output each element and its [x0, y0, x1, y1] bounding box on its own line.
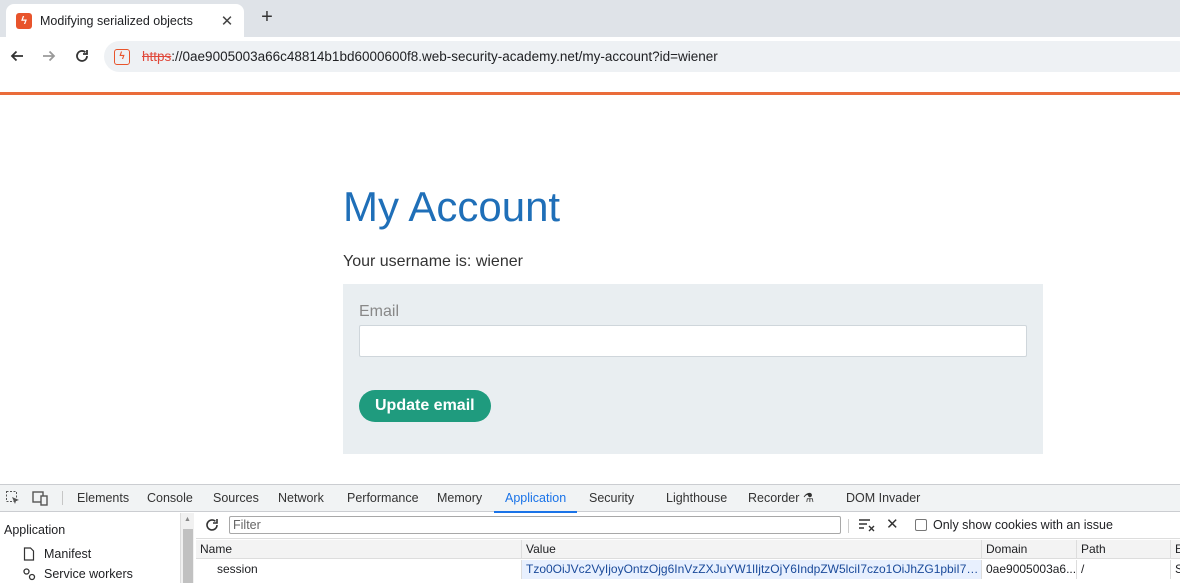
table-header: Name Value Domain Path E [196, 540, 1180, 559]
tab-dom-invader[interactable]: DOM Invader [846, 485, 920, 512]
flask-icon: ⚗ [802, 491, 815, 505]
tab-application[interactable]: Application [493, 485, 578, 513]
tab-recorder[interactable]: Recorder ⚗ [748, 485, 814, 512]
tab-strip: ϟ Modifying serialized objects ✕ + [0, 0, 1180, 37]
cookie-filter-bar: Filter ✕ Only show cookies with an issue [196, 513, 1180, 539]
cookie-name[interactable]: session [196, 560, 522, 579]
device-toolbar-icon[interactable] [32, 490, 48, 506]
email-label: Email [359, 303, 400, 320]
inspect-element-icon[interactable] [5, 490, 21, 506]
browser-toolbar: ϟ https://0ae9005003a66c48814b1bd6000600… [0, 37, 1180, 75]
url-text[interactable]: https://0ae9005003a66c48814b1bd6000600f8… [142, 49, 718, 64]
email-field[interactable] [359, 325, 1027, 357]
delete-selected-icon[interactable]: ✕ [886, 515, 899, 533]
tab-security[interactable]: Security [589, 485, 634, 512]
reload-icon[interactable] [71, 45, 93, 67]
site-info-icon[interactable]: ϟ [114, 48, 130, 65]
cookie-path[interactable]: / [1077, 560, 1171, 579]
column-header-name[interactable]: Name [196, 540, 522, 558]
header-accent-line [0, 92, 1180, 95]
url-scheme: https [142, 49, 172, 64]
sidebar-item-manifest[interactable]: Manifest [22, 547, 91, 561]
only-issue-checkbox[interactable]: Only show cookies with an issue [915, 518, 1113, 532]
toolbar-separator [62, 491, 63, 505]
checkbox-box[interactable] [915, 519, 927, 531]
column-header-value[interactable]: Value [522, 540, 982, 558]
refresh-icon[interactable] [204, 517, 220, 533]
page-title: My Account [343, 183, 561, 230]
tab-recorder-label: Recorder [748, 491, 800, 505]
sidebar-heading: Application [4, 523, 66, 537]
back-icon[interactable] [6, 45, 28, 67]
cookie-value[interactable]: Tzo0OiJVc2VyIjoyOntzOjg6InVzZXJuYW1lIjtz… [522, 560, 982, 579]
tab-performance[interactable]: Performance [347, 485, 419, 512]
close-tab-icon[interactable]: ✕ [218, 12, 236, 30]
username-text: Your username is: wiener [343, 253, 523, 270]
tab-title: Modifying serialized objects [40, 13, 193, 28]
address-bar[interactable]: ϟ https://0ae9005003a66c48814b1bd6000600… [104, 41, 1180, 72]
only-issue-label: Only show cookies with an issue [933, 518, 1113, 532]
scroll-up-icon[interactable]: ▲ [184, 516, 191, 523]
devtools-panel: Elements Console Sources Network Perform… [0, 484, 1180, 583]
cookie-expires[interactable]: S [1171, 560, 1180, 579]
filter-input[interactable]: Filter [229, 516, 841, 534]
clear-all-cookies-icon[interactable] [858, 517, 876, 533]
sidebar-scrollbar[interactable]: ▲ [180, 513, 194, 583]
tab-elements[interactable]: Elements [77, 485, 129, 512]
forward-icon[interactable] [38, 45, 60, 67]
tab-memory[interactable]: Memory [437, 485, 482, 512]
filter-separator [848, 519, 849, 533]
application-sidebar: Application Manifest Service workers [0, 513, 180, 583]
browser-tab[interactable]: ϟ Modifying serialized objects ✕ [6, 4, 244, 37]
document-icon [23, 547, 35, 561]
column-header-expires[interactable]: E [1171, 540, 1180, 558]
url-rest: ://0ae9005003a66c48814b1bd6000600f8.web-… [171, 49, 718, 64]
tab-lighthouse[interactable]: Lighthouse [666, 485, 727, 512]
sidebar-item-label: Service workers [44, 567, 133, 581]
new-tab-button[interactable]: + [256, 6, 278, 28]
cookie-domain[interactable]: 0ae9005003a6... [982, 560, 1077, 579]
table-row[interactable]: session Tzo0OiJVc2VyIjoyOntzOjg6InVzZXJu… [196, 560, 1180, 579]
devtools-tab-bar: Elements Console Sources Network Perform… [0, 485, 1180, 513]
sidebar-item-service-workers[interactable]: Service workers [22, 567, 133, 581]
scrollbar-thumb[interactable] [183, 529, 193, 583]
sidebar-item-label: Manifest [44, 547, 92, 561]
update-email-button[interactable]: Update email [359, 390, 491, 422]
tab-network[interactable]: Network [278, 485, 324, 512]
cookies-panel: Filter ✕ Only show cookies with an issue… [196, 513, 1180, 583]
lightning-favicon-icon: ϟ [16, 12, 32, 29]
column-header-domain[interactable]: Domain [982, 540, 1077, 558]
tab-sources[interactable]: Sources [213, 485, 259, 512]
gears-icon [23, 568, 36, 581]
tab-console[interactable]: Console [147, 485, 193, 512]
column-header-path[interactable]: Path [1077, 540, 1171, 558]
update-email-form: Email Update email [343, 284, 1043, 454]
